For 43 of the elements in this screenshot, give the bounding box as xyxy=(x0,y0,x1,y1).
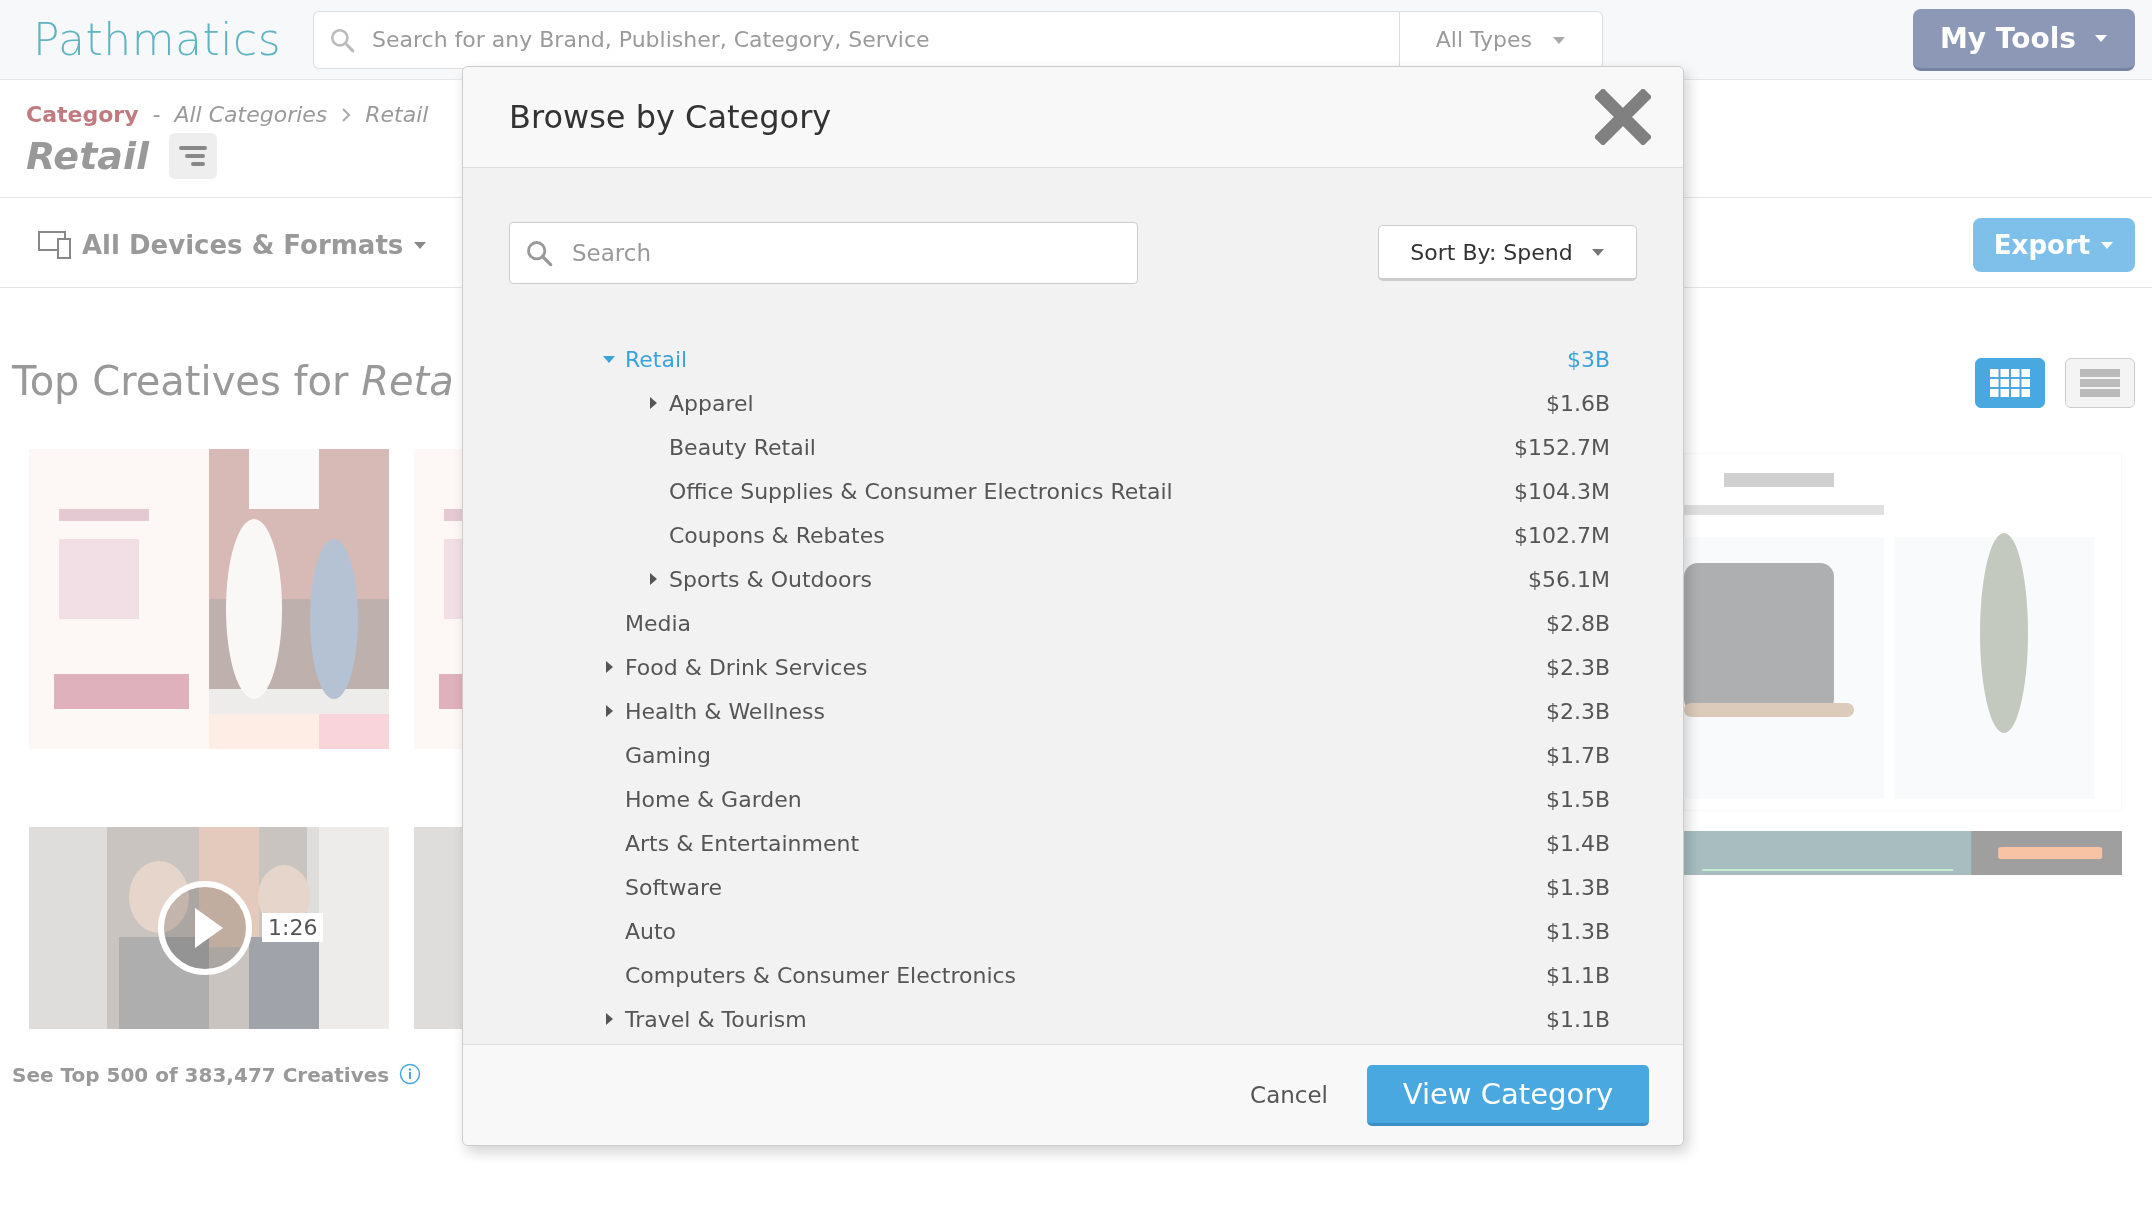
category-item[interactable]: Auto xyxy=(625,918,677,944)
category-spend: $102.7M xyxy=(1514,522,1610,548)
category-spend: $1.5B xyxy=(1545,786,1610,812)
category-spend: $2.8B xyxy=(1545,610,1610,636)
video-duration: 1:26 xyxy=(262,913,324,942)
logo-text: Pathmatics xyxy=(33,14,282,65)
category-item[interactable]: Arts & Entertainment xyxy=(625,830,860,856)
category-item[interactable]: Apparel xyxy=(669,390,754,416)
breadcrumb-section: Category xyxy=(26,102,139,127)
breadcrumb-separator: - xyxy=(152,102,161,127)
category-item[interactable]: Home & Garden xyxy=(625,786,802,812)
category-spend: $1.1B xyxy=(1545,962,1610,988)
category-search-field[interactable]: Search xyxy=(509,222,1138,284)
category-item[interactable]: Coupons & Rebates xyxy=(669,522,885,548)
category-spend: $2.3B xyxy=(1545,654,1610,680)
category-spend: $3B xyxy=(1566,346,1610,372)
category-spend: $1.6B xyxy=(1545,390,1610,416)
category-spend: $152.7M xyxy=(1514,434,1610,460)
category-item[interactable]: Food & Drink Services xyxy=(625,654,868,680)
sort-dropdown[interactable]: Sort By: Spend xyxy=(1378,225,1637,281)
cancel-button[interactable]: Cancel xyxy=(1244,1081,1334,1109)
category-item[interactable]: Office Supplies & Consumer Electronics Retail xyxy=(669,478,1173,504)
category-spend: $1.4B xyxy=(1545,830,1610,856)
category-spend: $1.3B xyxy=(1545,918,1610,944)
category-spend: $1.3B xyxy=(1545,874,1610,900)
category-item[interactable]: Beauty Retail xyxy=(669,434,816,460)
dialog-title: Browse by Category xyxy=(509,98,832,136)
category-item[interactable]: Health & Wellness xyxy=(625,698,825,724)
category-item[interactable]: Software xyxy=(625,874,722,900)
category-item[interactable]: Media xyxy=(625,610,692,636)
page-title: Retail xyxy=(26,134,149,178)
category-item[interactable]: Travel & Tourism xyxy=(625,1006,807,1032)
global-search-field[interactable]: Search for any Brand, Publisher, Category, Service xyxy=(313,10,1399,69)
category-spend: $1.7B xyxy=(1545,742,1610,768)
category-item[interactable]: Gaming xyxy=(625,742,711,768)
category-item[interactable]: Sports & Outdoors xyxy=(669,566,872,592)
creatives-count-text: See Top 500 of 383,477 Creatives xyxy=(12,1063,390,1087)
category-spend: $2.3B xyxy=(1545,698,1610,724)
category-spend: $56.1M xyxy=(1528,566,1610,592)
category-spend: $1.1B xyxy=(1545,1006,1610,1032)
category-item[interactable]: Computers & Consumer Electronics xyxy=(625,962,1017,988)
category-spend: $104.3M xyxy=(1514,478,1610,504)
section-heading: Top Creatives for Reta xyxy=(12,358,455,404)
